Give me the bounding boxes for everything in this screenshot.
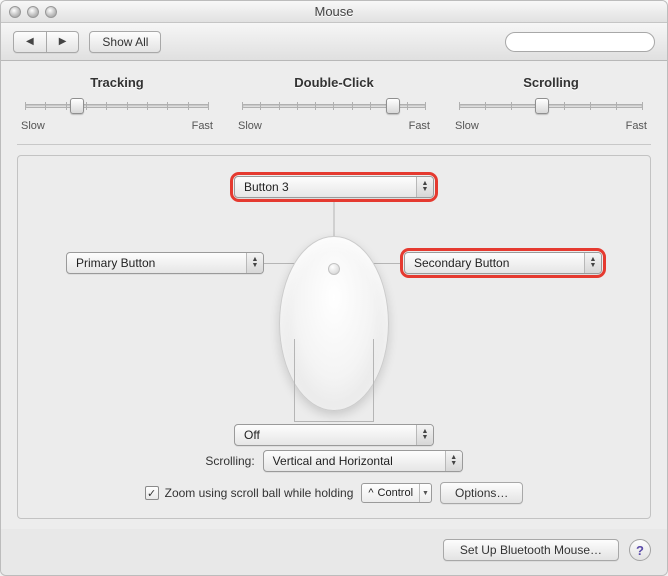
scrolling-slow-label: Slow — [455, 120, 479, 132]
bottom-controls: Scrolling: Vertical and Horizontal ▲▼ ✓ … — [36, 450, 632, 504]
setup-bluetooth-button[interactable]: Set Up Bluetooth Mouse… — [443, 539, 619, 561]
updown-icon: ▲▼ — [584, 253, 601, 273]
updown-icon: ▲▼ — [246, 253, 263, 273]
tracking-title: Tracking — [17, 75, 217, 90]
left-button-popup[interactable]: Primary Button ▲▼ — [66, 252, 264, 274]
forward-button[interactable]: ▶ — [47, 31, 80, 53]
checkbox-icon: ✓ — [145, 486, 159, 500]
show-all-button[interactable]: Show All — [89, 31, 161, 53]
right-button-popup[interactable]: Secondary Button ▲▼ — [404, 252, 602, 274]
doubleclick-fast-label: Fast — [409, 120, 430, 132]
mouse-config-panel: Button 3 ▲▼ Primary Button ▲▼ — [17, 155, 651, 519]
top-button-popup[interactable]: Button 3 ▲▼ — [234, 176, 434, 198]
scrollball-icon — [328, 263, 340, 275]
right-button-value: Secondary Button — [414, 256, 509, 270]
tracking-slider[interactable] — [25, 96, 209, 116]
side-button-popup[interactable]: Off ▲▼ — [234, 424, 434, 446]
top-button-value: Button 3 — [244, 180, 289, 194]
scrolling-mode-popup[interactable]: Vertical and Horizontal ▲▼ — [263, 450, 463, 472]
zoom-label: Zoom using scroll ball while holding — [165, 486, 354, 500]
scrolling-slider[interactable] — [459, 96, 643, 116]
prefs-window: Mouse ◀ ▶ Show All Tracking Slow — [0, 0, 668, 576]
sliders-row: Tracking Slow Fast Double-Click — [17, 75, 651, 145]
search-field[interactable] — [505, 32, 655, 52]
zoom-modifier-popup[interactable]: ^ Control ▼ — [361, 483, 432, 503]
scrolling-mode-label: Scrolling: — [205, 454, 254, 468]
doubleclick-slow-label: Slow — [238, 120, 262, 132]
updown-icon: ▲▼ — [416, 177, 433, 197]
chevron-right-icon: ▶ — [59, 36, 67, 47]
tracking-fast-label: Fast — [192, 120, 213, 132]
search-input[interactable] — [516, 35, 662, 49]
zoom-options-button[interactable]: Options… — [440, 482, 523, 504]
nav-buttons: ◀ ▶ — [13, 31, 79, 53]
scrolling-mode-value: Vertical and Horizontal — [273, 454, 393, 468]
back-button[interactable]: ◀ — [13, 31, 47, 53]
tracking-slider-group: Tracking Slow Fast — [17, 75, 217, 132]
content-area: Tracking Slow Fast Double-Click — [1, 61, 667, 529]
modifier-name: Control — [378, 487, 413, 499]
mouse-diagram: Button 3 ▲▼ Primary Button ▲▼ — [36, 176, 632, 456]
help-button[interactable]: ? — [629, 539, 651, 561]
tracking-slow-label: Slow — [21, 120, 45, 132]
doubleclick-title: Double-Click — [234, 75, 434, 90]
scrolling-fast-label: Fast — [626, 120, 647, 132]
scrolling-slider-group: Scrolling Slow Fast — [451, 75, 651, 132]
left-button-value: Primary Button — [76, 256, 155, 270]
doubleclick-slider-group: Double-Click Slow Fast — [234, 75, 434, 132]
footer: Set Up Bluetooth Mouse… ? — [1, 529, 667, 575]
chevron-down-icon: ▼ — [419, 484, 431, 502]
scrolling-title: Scrolling — [451, 75, 651, 90]
modifier-symbol: ^ — [368, 487, 373, 499]
zoom-checkbox[interactable]: ✓ Zoom using scroll ball while holding — [145, 486, 354, 500]
chevron-left-icon: ◀ — [26, 36, 34, 47]
updown-icon: ▲▼ — [416, 425, 433, 445]
titlebar: Mouse — [1, 1, 667, 23]
window-title: Mouse — [1, 4, 667, 19]
doubleclick-slider[interactable] — [242, 96, 426, 116]
updown-icon: ▲▼ — [445, 451, 462, 471]
side-button-value: Off — [244, 428, 260, 442]
toolbar: ◀ ▶ Show All — [1, 23, 667, 61]
